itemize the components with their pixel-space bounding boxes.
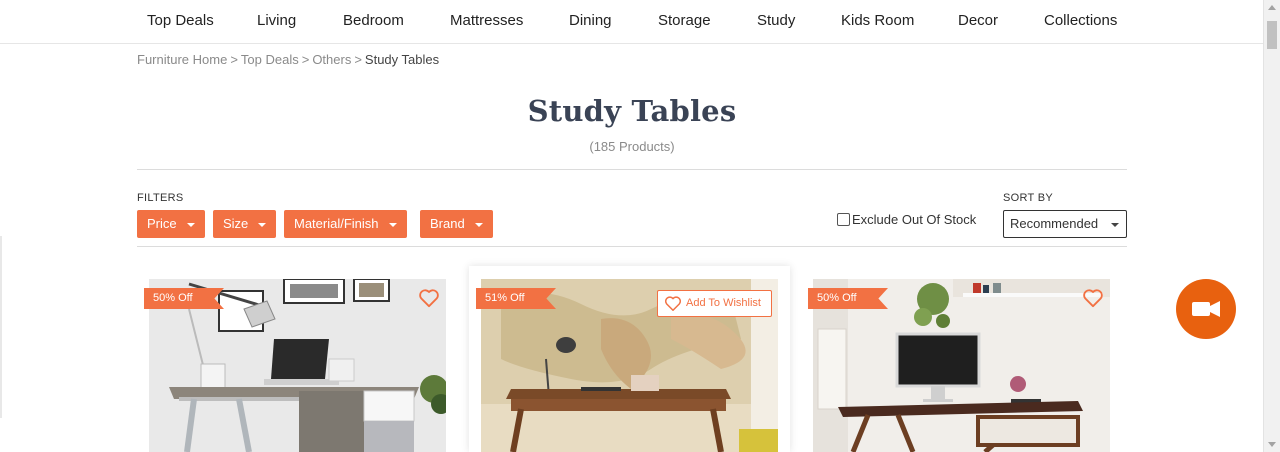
- product-count: (185 Products): [589, 139, 675, 154]
- nav-item-bedroom[interactable]: Bedroom: [343, 12, 404, 29]
- scroll-down-arrow-icon[interactable]: [1268, 442, 1276, 447]
- scrollbar-thumb[interactable]: [1267, 21, 1277, 49]
- nav-item-study[interactable]: Study: [757, 12, 795, 29]
- nav-item-top-deals[interactable]: Top Deals: [147, 12, 214, 29]
- add-to-wishlist-button[interactable]: Add To Wishlist: [657, 290, 772, 317]
- video-call-button[interactable]: [1176, 279, 1236, 339]
- nav-item-mattresses[interactable]: Mattresses: [450, 12, 523, 29]
- divider: [137, 169, 1127, 170]
- breadcrumb-top-deals[interactable]: Top Deals: [241, 52, 299, 67]
- heart-outline-icon[interactable]: [418, 288, 440, 308]
- product-card[interactable]: 50% Off: [801, 266, 1122, 452]
- sort-label: SORT BY: [1003, 192, 1053, 204]
- filter-price-label: Price: [147, 216, 177, 231]
- nav-item-dining[interactable]: Dining: [569, 12, 612, 29]
- breadcrumb-furniture-home[interactable]: Furniture Home: [137, 52, 227, 67]
- caret-down-icon: [1111, 223, 1119, 227]
- product-card[interactable]: 51% Off Add To Wishlist: [469, 266, 790, 452]
- side-panel-edge: [0, 236, 2, 418]
- nav-item-living[interactable]: Living: [257, 12, 296, 29]
- scroll-up-arrow-icon[interactable]: [1268, 5, 1276, 10]
- nav-item-storage[interactable]: Storage: [658, 12, 711, 29]
- filter-size-button[interactable]: Size: [213, 210, 277, 238]
- filter-brand-button[interactable]: Brand: [420, 210, 493, 238]
- exclude-out-of-stock-label: Exclude Out Of Stock: [852, 212, 977, 227]
- page-title: Study Tables: [527, 94, 737, 128]
- video-camera-icon: [1192, 301, 1220, 317]
- sort-selected-value: Recommended: [1010, 216, 1099, 231]
- filters-label: FILTERS: [137, 192, 184, 204]
- caret-down-icon: [258, 222, 267, 227]
- discount-badge: 51% Off: [476, 288, 556, 309]
- breadcrumb-separator: >: [301, 52, 310, 67]
- breadcrumb-current: Study Tables: [364, 52, 440, 67]
- heart-outline-icon[interactable]: [1082, 288, 1104, 308]
- breadcrumb-separator: >: [230, 52, 238, 67]
- breadcrumb-separator: >: [354, 52, 362, 67]
- top-navigation: Top Deals Living Bedroom Mattresses Dini…: [0, 0, 1263, 44]
- nav-item-decor[interactable]: Decor: [958, 12, 998, 29]
- filter-material-label: Material/Finish: [294, 216, 379, 231]
- filter-price-button[interactable]: Price: [137, 210, 205, 238]
- breadcrumb: Furniture Home > Top Deals > Others > Study Ta…: [137, 52, 439, 67]
- product-card[interactable]: 50% Off: [137, 266, 458, 452]
- breadcrumb-others[interactable]: Others: [312, 52, 351, 67]
- vertical-scrollbar[interactable]: [1263, 0, 1280, 452]
- exclude-out-of-stock[interactable]: Exclude Out Of Stock: [837, 212, 976, 227]
- exclude-out-of-stock-checkbox[interactable]: [837, 213, 850, 226]
- filter-material-button[interactable]: Material/Finish: [284, 210, 407, 238]
- nav-item-collections[interactable]: Collections: [1044, 12, 1117, 29]
- sort-select[interactable]: Recommended: [1003, 210, 1127, 238]
- add-to-wishlist-label: Add To Wishlist: [686, 297, 761, 309]
- discount-badge: 50% Off: [144, 288, 224, 309]
- nav-item-kids-room[interactable]: Kids Room: [841, 12, 914, 29]
- caret-down-icon: [474, 222, 483, 227]
- filter-size-label: Size: [223, 216, 249, 231]
- discount-badge: 50% Off: [808, 288, 888, 309]
- caret-down-icon: [186, 222, 195, 227]
- caret-down-icon: [388, 222, 397, 227]
- divider: [137, 246, 1127, 247]
- heart-outline-icon: [664, 296, 682, 311]
- filter-brand-label: Brand: [430, 216, 465, 231]
